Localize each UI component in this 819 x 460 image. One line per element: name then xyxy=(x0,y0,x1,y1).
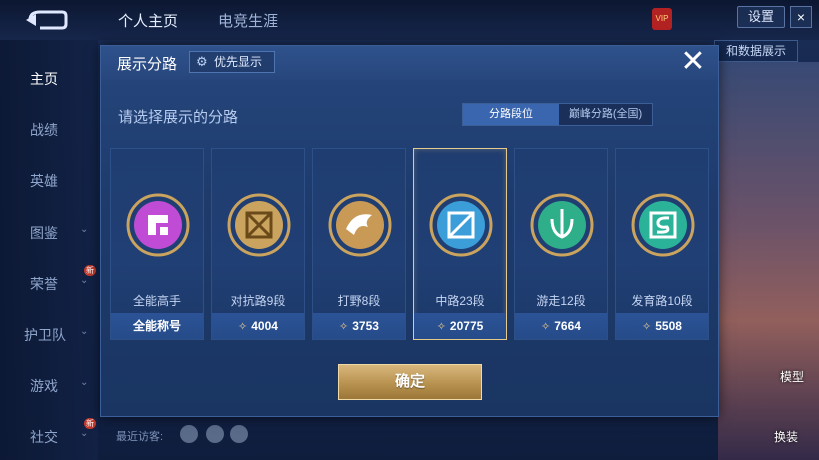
hero-portrait-art xyxy=(718,62,819,460)
visitor-avatar[interactable] xyxy=(206,425,224,443)
lane-value: 3753 xyxy=(352,319,379,333)
sidebar-item-label: 图鉴 xyxy=(30,225,58,241)
lane-value: 7664 xyxy=(554,319,581,333)
all-round-emblem-icon xyxy=(126,193,190,257)
points-icon: ✧ xyxy=(436,321,446,333)
mid-lane-emblem-icon xyxy=(429,193,493,257)
sidebar-item-social[interactable]: 社交 新 ⌄ xyxy=(0,416,98,456)
lane-card[interactable]: 游走12段 ✧ 7664 xyxy=(514,148,608,340)
chevron-down-icon: ⌄ xyxy=(80,428,89,439)
lane-points-row: ✧ 20775 xyxy=(414,313,506,339)
sidebar-item-honor[interactable]: 荣誉 新 ⌄ xyxy=(0,263,98,303)
visitor-avatar[interactable] xyxy=(230,425,248,443)
lane-card[interactable]: 对抗路9段 ✧ 4004 xyxy=(211,148,305,340)
sidebar-item-label: 游戏 xyxy=(30,378,58,394)
lane-points-row: ✧ 7664 xyxy=(515,313,607,339)
modal-title: 展示分路 xyxy=(117,56,178,73)
lane-card[interactable]: 全能高手 全能称号 xyxy=(110,148,204,340)
lane-value: 全能称号 xyxy=(111,313,203,339)
chevron-down-icon: ⌄ xyxy=(80,224,89,235)
lane-card[interactable]: 打野8段 ✧ 3753 xyxy=(312,148,406,340)
points-icon: ✧ xyxy=(541,321,551,333)
recent-visitors-label: 最近访客: xyxy=(116,431,164,443)
tab-peak-lane[interactable]: 巅峰分路(全国) xyxy=(559,104,652,125)
tab-esports[interactable]: 电竞生涯 xyxy=(218,10,278,31)
close-icon[interactable]: ✕ xyxy=(678,47,708,78)
sidebar-item-records[interactable]: 战绩 xyxy=(0,109,98,149)
lane-value: 20775 xyxy=(449,319,484,333)
back-arrow-icon[interactable] xyxy=(22,8,70,32)
sidebar-item-collection[interactable]: 图鉴 ⌄ xyxy=(0,212,98,252)
tab-lane-rank[interactable]: 分路段位 xyxy=(463,104,559,125)
lane-rank: 中路23段 xyxy=(435,294,485,308)
sidebar-item-guard-team[interactable]: 护卫队 ⌄ xyxy=(0,314,98,354)
lane-points-row: ✧ 5508 xyxy=(616,313,708,339)
sidebar-item-label: 护卫队 xyxy=(24,327,66,343)
lane-card-selected[interactable]: 中路23段 ✧ 20775 xyxy=(413,148,507,340)
chevron-down-icon: ⌄ xyxy=(80,377,89,388)
clash-lane-emblem-icon xyxy=(227,193,291,257)
priority-display-label: 优先显示 xyxy=(214,55,263,69)
lane-rank: 发育路10段 xyxy=(631,294,693,308)
tab-profile[interactable]: 个人主页 xyxy=(118,10,178,31)
vip-badge: VIP xyxy=(652,8,672,30)
sidebar: 主页 战绩 英雄 图鉴 ⌄ 荣誉 新 ⌄ 护卫队 ⌄ 游戏 ⌄ 社交 新 ⌄ xyxy=(0,40,98,460)
lane-rank: 打野8段 xyxy=(337,294,381,308)
sidebar-item-label: 主页 xyxy=(30,71,58,87)
gear-icon: ⚙ xyxy=(196,54,208,69)
close-page-button[interactable]: × xyxy=(790,6,812,28)
lane-tabs: 分路段位 巅峰分路(全国) xyxy=(462,103,653,126)
lane-display-modal: 展示分路 ⚙ 优先显示 ✕ 请选择展示的分路 分路段位 巅峰分路(全国) 全能高… xyxy=(100,45,719,417)
model-label[interactable]: 模型 xyxy=(780,368,804,385)
sidebar-item-label: 战绩 xyxy=(30,122,58,138)
lane-value: 4004 xyxy=(251,319,278,333)
data-display-button[interactable]: 和数据展示 xyxy=(714,40,798,62)
points-icon: ✧ xyxy=(642,321,652,333)
sidebar-item-label: 社交 xyxy=(30,429,58,445)
points-icon: ✧ xyxy=(339,321,349,333)
sidebar-item-home[interactable]: 主页 xyxy=(0,58,98,98)
lane-points-row: ✧ 3753 xyxy=(313,313,405,339)
settings-button[interactable]: 设置 xyxy=(737,6,785,28)
lane-value: 5508 xyxy=(655,319,682,333)
sidebar-item-label: 荣誉 xyxy=(30,276,58,292)
lane-card[interactable]: 发育路10段 ✧ 5508 xyxy=(615,148,709,340)
sidebar-item-games[interactable]: 游戏 ⌄ xyxy=(0,365,98,405)
farm-lane-emblem-icon xyxy=(631,193,695,257)
points-icon: ✧ xyxy=(238,321,248,333)
sidebar-item-label: 英雄 xyxy=(30,173,58,189)
priority-display-button[interactable]: ⚙ 优先显示 xyxy=(189,51,275,73)
modal-header: 展示分路 ⚙ 优先显示 xyxy=(101,46,718,80)
visitor-avatar[interactable] xyxy=(180,425,198,443)
confirm-button[interactable]: 确定 xyxy=(338,364,482,400)
lane-rank: 游走12段 xyxy=(536,294,586,308)
roam-emblem-icon xyxy=(530,193,594,257)
jungle-emblem-icon xyxy=(328,193,392,257)
lane-points-row: ✧ 4004 xyxy=(212,313,304,339)
sidebar-item-heroes[interactable]: 英雄 xyxy=(0,160,98,200)
lane-rank: 全能高手 xyxy=(132,294,181,308)
chevron-down-icon: ⌄ xyxy=(80,326,89,337)
chevron-down-icon: ⌄ xyxy=(80,275,89,286)
lane-rank: 对抗路9段 xyxy=(230,294,286,308)
modal-subtitle: 请选择展示的分路 xyxy=(118,109,239,126)
outfit-label[interactable]: 换装 xyxy=(774,428,798,445)
top-bar: 个人主页 电竞生涯 VIP 设置 × xyxy=(0,0,819,40)
